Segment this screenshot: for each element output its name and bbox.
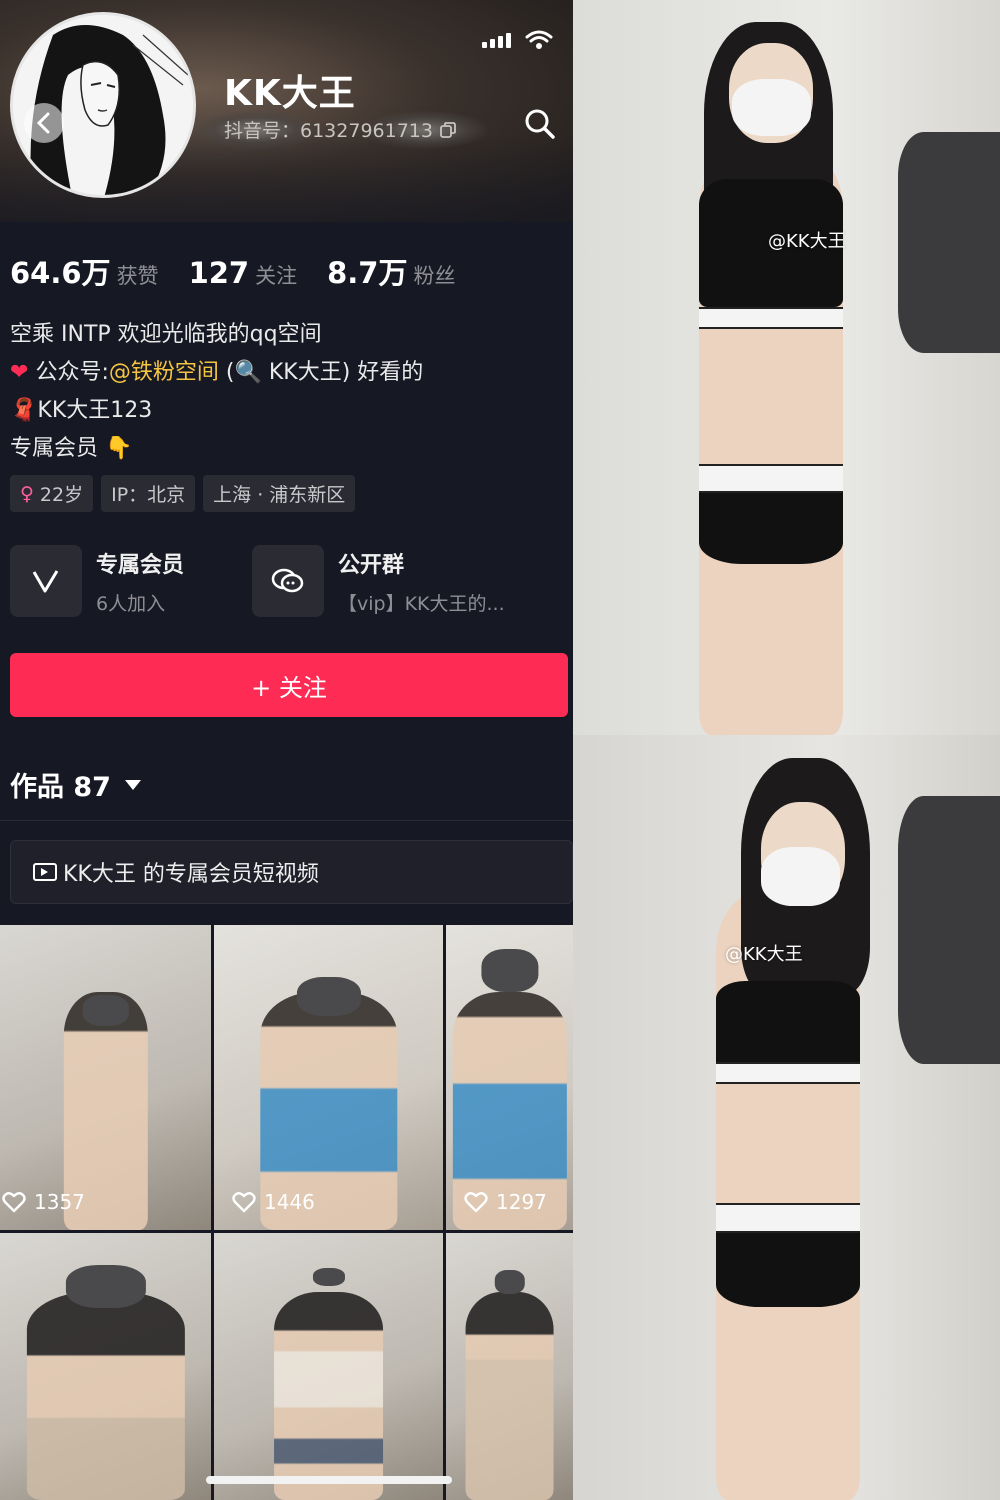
bio-text: 专属会员	[10, 436, 99, 461]
person-figure	[650, 22, 898, 735]
bio-line: 空乘 INTP 欢迎光临我的qq空间	[10, 322, 322, 347]
female-icon: ♀	[20, 482, 34, 505]
bio-line: ❤ 公众号:@铁粉空间 (🔍 KK大王) 好看的	[10, 354, 570, 392]
stat-label: 关注	[255, 264, 298, 288]
video-thumbnail[interactable]	[446, 1233, 573, 1500]
heart-outline-icon	[2, 1192, 26, 1213]
scarf-emoji-icon: 🧣	[10, 398, 38, 423]
group-card[interactable]: 公开群 【vip】KK大王的...	[252, 545, 505, 617]
status-bar	[482, 30, 553, 50]
dropdown-arrow-icon	[124, 779, 141, 790]
bio-line: 专属会员 👇	[10, 430, 570, 468]
bio-line: 🧣KK大王123	[10, 392, 570, 430]
heart-outline-icon	[464, 1192, 488, 1213]
works-label: 作品 87	[10, 772, 111, 803]
watermark: @KK大王	[768, 231, 846, 252]
photo-top: @KK大王	[573, 0, 1000, 735]
signal-icon	[482, 32, 511, 48]
heart-outline-icon	[232, 1192, 256, 1213]
account-id-text: 抖音号：61327961713	[224, 120, 433, 142]
bio-text: KK大王) 好看的	[268, 360, 424, 385]
group-card-title: 公开群	[338, 552, 405, 578]
likes-value: 1297	[496, 1190, 547, 1214]
pointing-down-emoji-icon: 👇	[105, 436, 133, 461]
stat-followers[interactable]: 8.7万 粉丝	[327, 250, 455, 292]
profile-tags: ♀ 22岁 IP：北京 上海 · 浦东新区	[10, 475, 356, 512]
bio-text: 公众号:	[35, 360, 109, 385]
wifi-icon	[525, 30, 553, 49]
watermark: @KK大王	[725, 944, 803, 965]
profile-screen: KK大王 抖音号：61327961713 64.6万 获赞 127 关注 8.7…	[0, 0, 573, 1500]
member-card-sub: 6人加入	[96, 592, 166, 615]
video-thumbnail[interactable]: 1446	[214, 925, 443, 1230]
member-card[interactable]: 专属会员 6人加入	[10, 545, 184, 617]
bag	[897, 132, 1000, 353]
works-tab[interactable]: 作品 87	[10, 765, 141, 804]
photo-bottom: @KK大王	[573, 735, 1000, 1500]
location-tag[interactable]: 上海 · 浦东新区	[203, 475, 356, 512]
feature-cards: 专属会员 6人加入 公开群 【vip】KK大王的...	[10, 545, 570, 617]
copy-icon[interactable]	[439, 121, 457, 139]
vip-v-icon	[10, 545, 82, 617]
back-icon[interactable]	[24, 103, 64, 143]
likes-count: 1357	[0, 1190, 85, 1214]
stat-likes[interactable]: 64.6万 获赞	[10, 250, 159, 292]
profile-name: KK大王	[224, 73, 356, 114]
likes-count: 1297	[462, 1190, 547, 1214]
ip-tag: IP：北京	[101, 475, 196, 512]
video-thumbnail[interactable]: 1357	[0, 925, 211, 1230]
likes-value: 1446	[264, 1190, 315, 1214]
account-id[interactable]: 抖音号：61327961713	[224, 116, 457, 143]
home-indicator[interactable]	[206, 1476, 452, 1484]
bio-text: KK大王123	[37, 398, 153, 423]
person-figure	[667, 757, 915, 1500]
stat-following[interactable]: 127 关注	[189, 256, 298, 290]
stat-label: 获赞	[116, 264, 159, 288]
stat-value: 64.6万	[10, 256, 111, 290]
stat-value: 8.7万	[327, 256, 408, 290]
age-tag: ♀ 22岁	[10, 475, 94, 512]
video-icon	[33, 863, 57, 881]
video-thumbnail[interactable]	[214, 1233, 443, 1500]
magnifier-emoji-icon: 🔍	[234, 360, 262, 385]
bag	[897, 796, 1000, 1064]
profile-stats: 64.6万 获赞 127 关注 8.7万 粉丝	[10, 250, 485, 292]
video-thumbnail[interactable]	[0, 1233, 211, 1500]
likes-value: 1357	[34, 1190, 85, 1214]
stat-value: 127	[188, 256, 250, 290]
group-card-sub: 【vip】KK大王的...	[338, 592, 505, 615]
heart-emoji-icon: ❤	[10, 360, 29, 385]
vip-videos-text: KK大王 的专属会员短视频	[63, 862, 319, 887]
age-text: 22岁	[39, 484, 84, 506]
follow-button[interactable]: + 关注	[10, 653, 568, 717]
profile-bio: 空乘 INTP 欢迎光临我的qq空间 ❤ 公众号:@铁粉空间 (🔍 KK大王) …	[10, 316, 570, 468]
mention-link[interactable]: @铁粉空间	[109, 360, 219, 385]
location-text: 上海 · 浦东新区	[213, 484, 346, 506]
likes-count: 1446	[230, 1190, 315, 1214]
vip-videos-bar[interactable]: KK大王 的专属会员短视频	[10, 840, 573, 904]
ip-text: IP：北京	[111, 484, 186, 506]
video-thumbnail[interactable]: 1297	[446, 925, 573, 1230]
search-icon[interactable]	[522, 106, 558, 142]
member-card-title: 专属会员	[96, 552, 185, 578]
divider	[0, 820, 573, 821]
chat-group-icon	[252, 545, 324, 617]
stat-label: 粉丝	[413, 264, 456, 288]
